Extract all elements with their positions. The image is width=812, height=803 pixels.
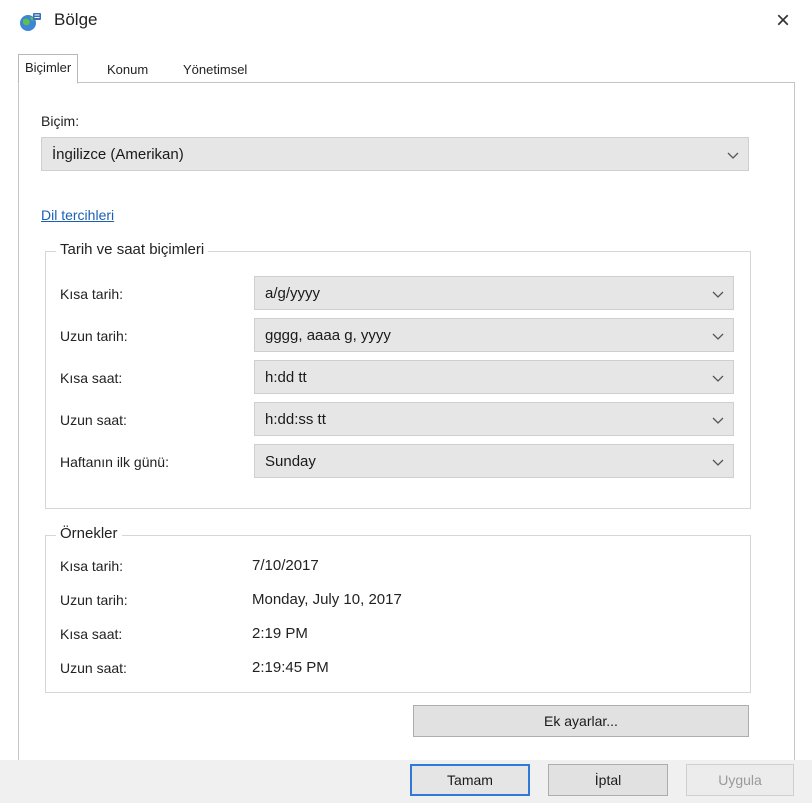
chevron-down-icon — [711, 413, 725, 427]
example-long-date-label: Uzun tarih: — [60, 592, 128, 608]
chevron-down-icon — [711, 287, 725, 301]
example-long-date-value: Monday, July 10, 2017 — [252, 591, 402, 608]
tab-panel-formats: Biçim: İngilizce (Amerikan) Dil tercihle… — [18, 82, 795, 762]
first-day-label: Haftanın ilk günü: — [60, 454, 169, 470]
tab-location[interactable]: Konum — [100, 56, 155, 84]
chevron-down-icon — [726, 148, 740, 162]
ok-button[interactable]: Tamam — [410, 764, 530, 796]
format-label: Biçim: — [41, 113, 80, 129]
long-time-select[interactable]: h:dd:ss tt — [254, 402, 734, 436]
long-time-label: Uzun saat: — [60, 412, 127, 428]
short-time-label: Kısa saat: — [60, 370, 123, 386]
examples-title: Örnekler — [56, 525, 122, 542]
format-select[interactable]: İngilizce (Amerikan) — [41, 137, 749, 171]
tab-administrative[interactable]: Yönetimsel — [176, 56, 254, 84]
example-short-time-value: 2:19 PM — [252, 625, 308, 642]
datetime-formats-title: Tarih ve saat biçimleri — [56, 241, 209, 258]
chevron-down-icon — [711, 455, 725, 469]
format-select-value: İngilizce (Amerikan) — [52, 146, 184, 163]
title-bar: Bölge × — [0, 0, 812, 42]
long-date-label: Uzun tarih: — [60, 328, 128, 344]
example-long-time-value: 2:19:45 PM — [252, 659, 329, 676]
first-day-select[interactable]: Sunday — [254, 444, 734, 478]
apply-button[interactable]: Uygula — [686, 764, 794, 796]
long-date-value: gggg, aaaa g, yyyy — [265, 327, 391, 344]
globe-icon — [18, 11, 42, 33]
short-time-select[interactable]: h:dd tt — [254, 360, 734, 394]
example-short-date-value: 7/10/2017 — [252, 557, 319, 574]
short-time-value: h:dd tt — [265, 369, 307, 386]
chevron-down-icon — [711, 371, 725, 385]
first-day-value: Sunday — [265, 453, 316, 470]
example-short-time-label: Kısa saat: — [60, 626, 123, 642]
short-date-label: Kısa tarih: — [60, 286, 124, 302]
dialog-footer: Tamam İptal Uygula — [0, 760, 812, 803]
long-time-value: h:dd:ss tt — [265, 411, 326, 428]
short-date-select[interactable]: a/g/yyyy — [254, 276, 734, 310]
close-button[interactable]: × — [768, 6, 798, 36]
long-date-select[interactable]: gggg, aaaa g, yyyy — [254, 318, 734, 352]
short-date-value: a/g/yyyy — [265, 285, 321, 302]
example-long-time-label: Uzun saat: — [60, 660, 127, 676]
examples-group: Örnekler Kısa tarih: 7/10/2017 Uzun tari… — [45, 525, 751, 693]
window-title: Bölge — [54, 10, 98, 29]
chevron-down-icon — [711, 329, 725, 343]
additional-settings-button[interactable]: Ek ayarlar... — [413, 705, 749, 737]
cancel-button[interactable]: İptal — [548, 764, 668, 796]
example-short-date-label: Kısa tarih: — [60, 558, 124, 574]
tab-formats[interactable]: Biçimler — [18, 54, 79, 84]
language-preferences-link[interactable]: Dil tercihleri — [41, 207, 114, 223]
datetime-formats-group: Tarih ve saat biçimleri Kısa tarih: a/g/… — [45, 241, 751, 509]
